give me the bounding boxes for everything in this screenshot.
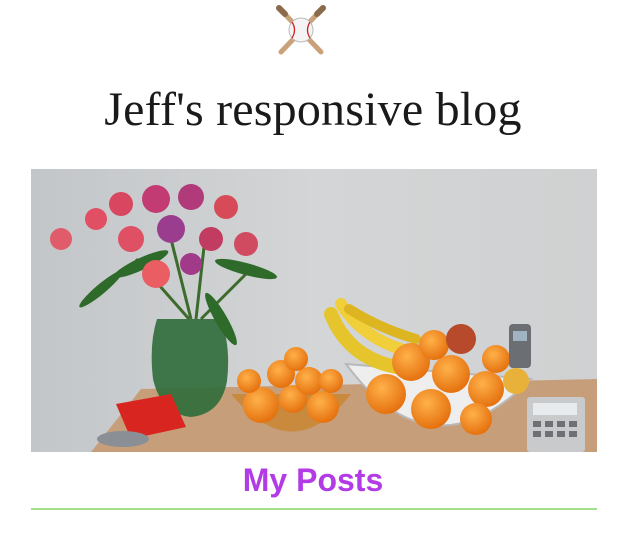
baseball-bats-icon[interactable] — [271, 2, 331, 58]
hero-image — [31, 169, 597, 452]
my-posts-heading: My Posts — [242, 462, 384, 498]
section-divider — [31, 508, 597, 510]
blog-title[interactable]: Jeff's responsive blog — [0, 82, 626, 137]
